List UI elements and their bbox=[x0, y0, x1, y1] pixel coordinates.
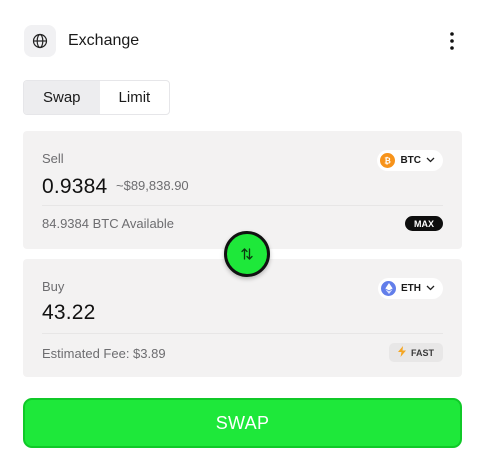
speed-badge[interactable]: FAST bbox=[389, 343, 443, 362]
more-vertical-icon[interactable] bbox=[442, 27, 462, 55]
available-balance: 84.9384 BTC Available bbox=[42, 216, 175, 231]
swap-arrows-icon[interactable] bbox=[224, 231, 270, 277]
chevron-down-icon bbox=[426, 283, 435, 294]
estimated-fee: Estimated Fee: $3.89 bbox=[42, 346, 166, 361]
lightning-icon bbox=[397, 346, 406, 359]
svg-text:₿: ₿ bbox=[385, 156, 392, 165]
header: Exchange bbox=[24, 24, 462, 58]
tab-limit[interactable]: Limit bbox=[100, 81, 170, 114]
sell-usd-value: ~$89,838.90 bbox=[116, 178, 189, 193]
sell-token-selector[interactable]: ₿ BTC bbox=[377, 150, 443, 171]
ethereum-icon bbox=[381, 281, 396, 296]
sell-token-symbol: BTC bbox=[400, 155, 421, 166]
buy-label: Buy bbox=[42, 279, 65, 294]
chevron-down-icon bbox=[426, 155, 435, 166]
buy-token-selector[interactable]: ETH bbox=[378, 278, 443, 299]
page-title: Exchange bbox=[68, 32, 140, 49]
mode-tabs: Swap Limit bbox=[23, 80, 171, 115]
sell-amount-input[interactable]: 0.9384 bbox=[42, 175, 107, 199]
divider bbox=[42, 205, 443, 206]
speed-label: FAST bbox=[410, 347, 434, 358]
bitcoin-icon: ₿ bbox=[380, 153, 396, 168]
divider bbox=[42, 333, 443, 334]
buy-amount-input[interactable]: 43.22 bbox=[42, 301, 96, 325]
max-button[interactable]: MAX bbox=[405, 216, 443, 231]
swap-button[interactable]: SWAP bbox=[23, 398, 462, 448]
tab-swap[interactable]: Swap bbox=[24, 81, 100, 114]
buy-token-symbol: ETH bbox=[401, 283, 421, 294]
sell-label: Sell bbox=[42, 151, 64, 166]
globe-icon[interactable] bbox=[24, 25, 56, 57]
